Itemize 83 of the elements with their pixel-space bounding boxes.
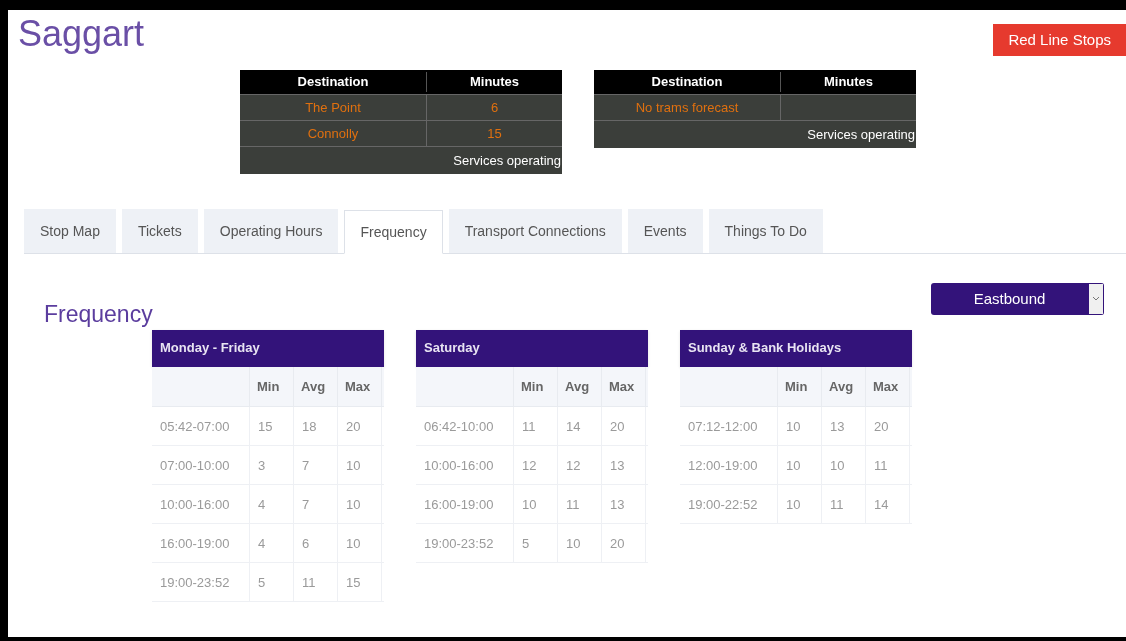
period-cell: 10:00-16:00 <box>416 445 514 484</box>
table-cell: 4 <box>250 523 294 562</box>
table-cell: 7 <box>294 445 338 484</box>
table-cell: 11 <box>294 562 338 601</box>
table-cell: 11 <box>558 484 602 523</box>
table-cell: 18 <box>294 406 338 445</box>
tab[interactable]: Things To Do <box>708 209 823 253</box>
column-header: Min <box>514 366 558 406</box>
table-cell: 10 <box>778 445 822 484</box>
table-cell: 13 <box>602 484 646 523</box>
tab[interactable]: Stop Map <box>24 209 116 253</box>
column-header: Max <box>866 366 910 406</box>
table-cell: 11 <box>866 445 910 484</box>
period-cell: 10:00-16:00 <box>152 484 250 523</box>
column-header: Avg <box>558 366 602 406</box>
period-cell: 12:00-19:00 <box>680 445 778 484</box>
column-header: Destination <box>240 72 427 92</box>
table-cell: 14 <box>866 484 910 523</box>
table-cell: 13 <box>602 445 646 484</box>
column-header: Min <box>250 366 294 406</box>
table-cell: 20 <box>602 523 646 562</box>
table-cell: 12 <box>558 445 602 484</box>
table-cell: 11 <box>822 484 866 523</box>
table-cell: 15 <box>338 562 382 601</box>
table-cell: 13 <box>822 406 866 445</box>
period-cell: 19:00-22:52 <box>680 484 778 523</box>
table-cell: 5 <box>514 523 558 562</box>
line-stops-button[interactable]: Red Line Stops <box>993 24 1126 56</box>
section-title: Frequency <box>44 300 153 329</box>
table-cell: 10 <box>338 484 382 523</box>
destination-cell: Connolly <box>240 121 427 146</box>
table-cell: 10 <box>338 523 382 562</box>
table-cell: 3 <box>250 445 294 484</box>
table-title: Monday - Friday <box>152 329 384 367</box>
column-header: Minutes <box>822 73 875 92</box>
table-cell: 20 <box>602 406 646 445</box>
table-cell: 10 <box>822 445 866 484</box>
table-cell: 10 <box>558 523 602 562</box>
period-cell: 16:00-19:00 <box>416 484 514 523</box>
period-cell: 16:00-19:00 <box>152 523 250 562</box>
column-header: Max <box>602 366 646 406</box>
tab[interactable]: Transport Connections <box>448 209 622 253</box>
period-cell: 07:00-10:00 <box>152 445 250 484</box>
tab[interactable]: Frequency <box>344 210 443 254</box>
table-cell: 15 <box>250 406 294 445</box>
table-cell: 5 <box>250 562 294 601</box>
period-cell: 19:00-23:52 <box>416 523 514 562</box>
status-text: Services operating <box>453 151 562 170</box>
table-cell: 10 <box>778 406 822 445</box>
minutes-cell-text: 15 <box>486 124 503 143</box>
chevron-down-icon <box>1092 296 1100 302</box>
table-cell: 10 <box>778 484 822 523</box>
table-cell: 6 <box>294 523 338 562</box>
column-header: Avg <box>822 366 866 406</box>
tab[interactable]: Operating Hours <box>203 209 339 253</box>
table-title: Sunday & Bank Holidays <box>680 329 912 367</box>
minutes-cell-text: 6 <box>489 98 500 117</box>
table-cell: 20 <box>866 406 910 445</box>
table-cell: 10 <box>338 445 382 484</box>
destination-cell: No trams forecast <box>594 95 781 120</box>
table-cell: 11 <box>514 406 558 445</box>
table-cell: 20 <box>338 406 382 445</box>
column-header: Max <box>338 366 382 406</box>
status-text: Services operating <box>807 125 916 144</box>
direction-select[interactable]: Eastbound <box>931 283 1104 315</box>
table-cell: 10 <box>514 484 558 523</box>
column-header: Destination <box>594 72 781 92</box>
period-cell: 07:12-12:00 <box>680 406 778 445</box>
tab[interactable]: Events <box>627 209 703 253</box>
table-title: Saturday <box>416 329 648 367</box>
tab[interactable]: Tickets <box>121 209 198 253</box>
page-title: Saggart <box>18 12 145 56</box>
table-cell: 14 <box>558 406 602 445</box>
destination-cell: The Point <box>240 95 427 120</box>
table-cell: 7 <box>294 484 338 523</box>
period-cell: 06:42-10:00 <box>416 406 514 445</box>
period-cell: 19:00-23:52 <box>152 562 250 601</box>
period-cell: 05:42-07:00 <box>152 406 250 445</box>
column-header: Minutes <box>468 73 521 92</box>
table-cell: 12 <box>514 445 558 484</box>
column-header: Avg <box>294 366 338 406</box>
table-cell: 4 <box>250 484 294 523</box>
column-header: Min <box>778 366 822 406</box>
